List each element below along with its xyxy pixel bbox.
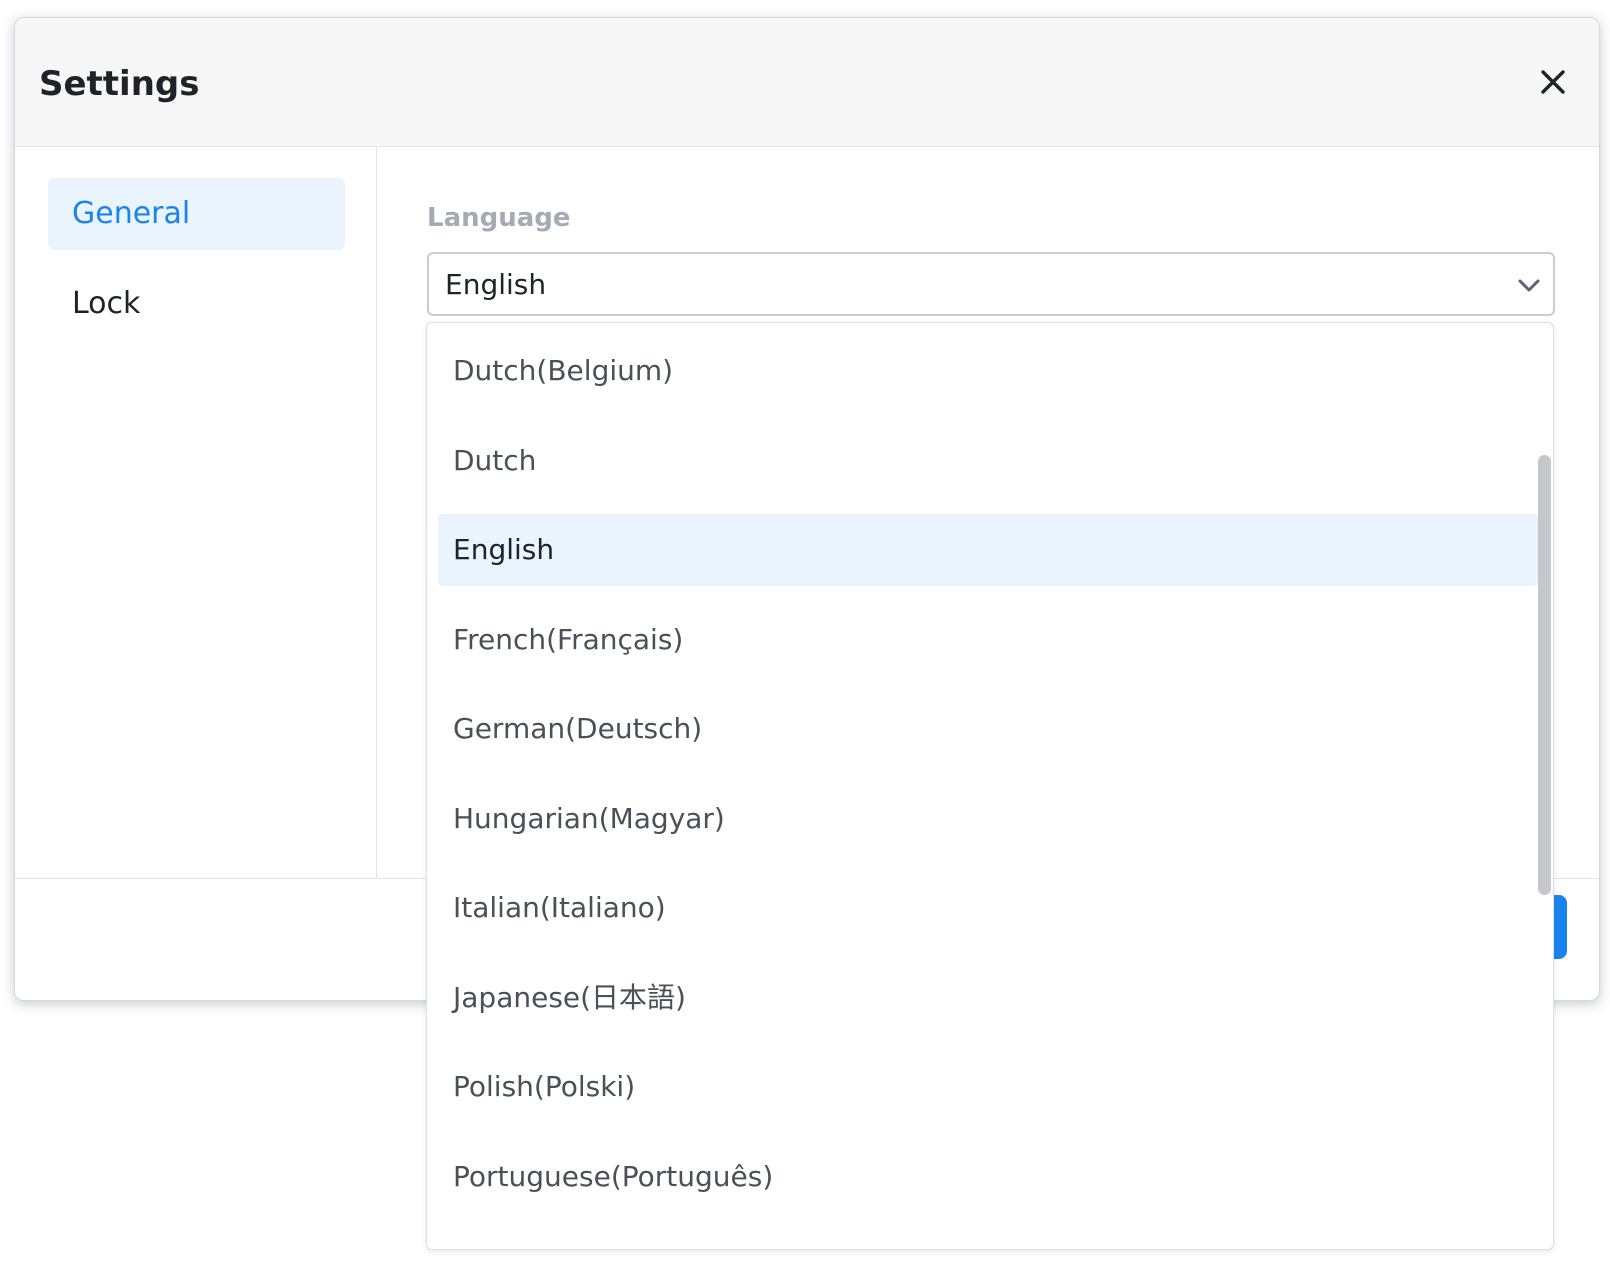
dialog-header: Settings [15,18,1599,147]
language-option[interactable]: Portuguese(Português) [438,1141,1538,1213]
language-dropdown-list: Dutch(Belgium) Dutch English French(Fran… [426,322,1554,1250]
language-option[interactable]: Hungarian(Magyar) [438,783,1538,855]
language-option[interactable]: Polish(Polski) [438,1051,1538,1123]
language-option[interactable]: Dutch(Belgium) [438,335,1538,407]
chevron-down-icon [1518,279,1540,292]
page: Settings General Lock Language English D… [0,0,1610,1267]
language-option[interactable]: Japanese(日本語) [438,962,1538,1034]
dropdown-scrollbar[interactable] [1535,323,1553,1249]
sidebar-item-general[interactable]: General [48,178,345,250]
language-select[interactable]: English [427,252,1555,316]
dialog-title: Settings [39,64,200,104]
language-option[interactable]: Dutch [438,425,1538,497]
close-button[interactable] [1533,62,1573,102]
language-option[interactable]: Italian(Italiano) [438,872,1538,944]
scrollbar-thumb[interactable] [1538,455,1551,895]
language-select-value: English [445,268,547,301]
language-option[interactable]: German(Deutsch) [438,693,1538,765]
language-option-selected[interactable]: English [438,514,1538,586]
language-label: Language [427,203,571,233]
sidebar-item-lock[interactable]: Lock [48,268,345,340]
close-icon [1541,70,1565,94]
settings-sidebar: General Lock [15,147,377,878]
language-option[interactable]: French(Français) [438,604,1538,676]
